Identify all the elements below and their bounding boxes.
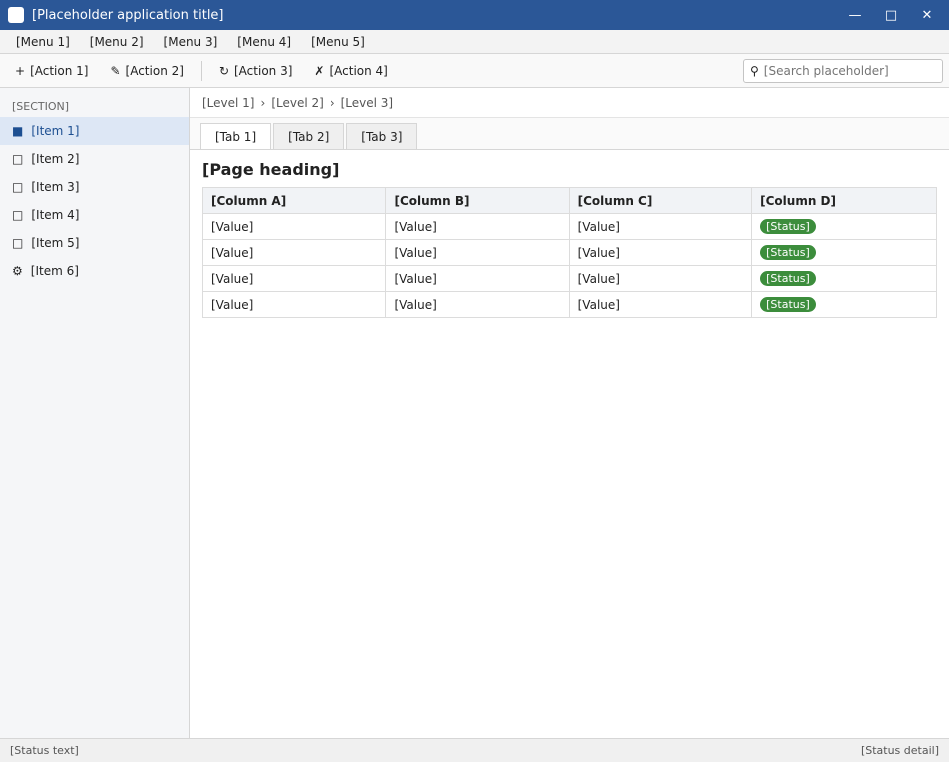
table-cell: [Value] [568, 291, 753, 318]
table-cell: [Value] [201, 291, 387, 318]
table-cell: [Value] [201, 213, 387, 240]
folder-icon: ■ [12, 124, 24, 138]
status-bar: [Status text] [Status detail] [0, 738, 949, 762]
folder-icon: □ [12, 152, 24, 166]
table-cell: [Value] [385, 291, 570, 318]
toolbar-button-label: [Action 3] [234, 63, 293, 78]
search-icon: ⚲ [750, 63, 759, 78]
toolbar-divider [200, 60, 202, 81]
menu-item[interactable]: [Menu 4] [227, 32, 301, 52]
sidebar-item-label: [Item 1] [31, 124, 80, 138]
table-cell: [Value] [201, 239, 387, 266]
table-cell: [Value] [568, 213, 753, 240]
status-text: [Status text] [10, 744, 79, 757]
window-title: [Placeholder application title] [32, 7, 224, 23]
table-header-row: [Column A] [Column B] [Column C] [Column… [201, 187, 937, 214]
status-badge: [Status] [760, 271, 816, 286]
sidebar-item-label: [Item 6] [30, 264, 79, 278]
minimize-icon[interactable]: — [841, 4, 869, 26]
breadcrumb-item[interactable]: [Level 1] [202, 96, 255, 110]
sidebar: [Section] ■ [Item 1] □ [Item 2] □ [Item … [0, 88, 190, 738]
sidebar-item-label: [Item 4] [31, 208, 80, 222]
table-row[interactable]: [Value] [Value] [Value] [Status] [201, 239, 937, 266]
menu-bar: [Menu 1] [Menu 2] [Menu 3] [Menu 4] [Men… [0, 30, 949, 54]
sidebar-item-6[interactable]: ⚙ [Item 6] [0, 257, 189, 285]
table-cell: [Value] [568, 239, 753, 266]
toolbar-button-label: [Action 2] [125, 63, 184, 78]
status-badge: [Status] [760, 297, 816, 312]
folder-icon: □ [12, 236, 24, 250]
breadcrumb: [Level 1] › [Level 2] › [Level 3] [190, 88, 949, 118]
search-box: ⚲ [743, 58, 943, 83]
app-window: [Placeholder application title] — □ ✕ [M… [0, 0, 949, 762]
column-header[interactable]: [Column A] [201, 187, 387, 214]
sidebar-item-2[interactable]: □ [Item 2] [0, 145, 189, 173]
tab-2[interactable]: [Tab 2] [273, 123, 345, 149]
column-header[interactable]: [Column D] [751, 187, 937, 214]
content-area: [Page heading] [Column A] [Column B] [Co… [190, 150, 949, 738]
toolbar: + [Action 1] ✎ [Action 2] ↻ [Action 3] ✗… [0, 54, 949, 88]
menu-item[interactable]: [Menu 1] [6, 32, 80, 52]
status-badge: [Status] [760, 245, 816, 260]
table-cell: [Status] [751, 239, 937, 266]
sidebar-item-label: [Item 2] [31, 152, 80, 166]
breadcrumb-item: [Level 3] [340, 95, 394, 110]
tab-3[interactable]: [Tab 3] [346, 123, 418, 149]
title-bar: [Placeholder application title] — □ ✕ [0, 0, 949, 30]
folder-icon: □ [12, 180, 24, 194]
edit-icon: ✎ [110, 63, 121, 78]
sidebar-item-5[interactable]: □ [Item 5] [0, 229, 189, 257]
menu-item[interactable]: [Menu 3] [154, 32, 228, 52]
menu-item[interactable]: [Menu 2] [80, 32, 154, 52]
delete-icon: ✗ [314, 63, 325, 78]
workspace: [Section] ■ [Item 1] □ [Item 2] □ [Item … [0, 88, 949, 738]
toolbar-button-2[interactable]: ✎ [Action 2] [101, 58, 192, 84]
plus-icon: + [15, 63, 26, 78]
toolbar-button-1[interactable]: + [Action 1] [6, 58, 97, 84]
page-title: [Page heading] [202, 160, 340, 179]
menu-item[interactable]: [Menu 5] [301, 32, 375, 52]
data-table: [Column A] [Column B] [Column C] [Column… [201, 187, 937, 318]
table-cell: [Status] [751, 265, 937, 292]
chevron-right-icon: › [260, 95, 266, 110]
toolbar-button-3[interactable]: ↻ [Action 3] [210, 58, 301, 84]
gear-icon: ⚙ [12, 264, 23, 278]
table-cell: [Value] [385, 213, 570, 240]
sidebar-item-label: [Item 3] [31, 180, 80, 194]
sidebar-item-4[interactable]: □ [Item 4] [0, 201, 189, 229]
folder-icon: □ [12, 208, 24, 222]
tab-1[interactable]: [Tab 1] [200, 123, 272, 149]
table-row[interactable]: [Value] [Value] [Value] [Status] [201, 213, 937, 240]
sidebar-item-3[interactable]: □ [Item 3] [0, 173, 189, 201]
app-icon [8, 7, 24, 23]
table-cell: [Value] [568, 265, 753, 292]
table-cell: [Status] [751, 213, 937, 240]
toolbar-button-label: [Action 4] [329, 63, 388, 78]
toolbar-button-label: [Action 1] [30, 63, 89, 78]
main-panel: [Level 1] › [Level 2] › [Level 3] [Tab 1… [190, 88, 949, 738]
table-cell: [Value] [201, 265, 387, 292]
breadcrumb-item[interactable]: [Level 2] [271, 96, 324, 110]
sidebar-item-1[interactable]: ■ [Item 1] [0, 117, 189, 145]
table-cell: [Value] [385, 265, 570, 292]
sidebar-item-label: [Item 5] [31, 236, 80, 250]
search-input[interactable] [763, 63, 936, 78]
status-badge: [Status] [760, 219, 816, 234]
column-header[interactable]: [Column B] [385, 187, 570, 214]
status-detail: [Status detail] [860, 744, 939, 757]
table-cell: [Value] [385, 239, 570, 266]
table-cell: [Status] [751, 291, 937, 318]
table-row[interactable]: [Value] [Value] [Value] [Status] [201, 291, 937, 318]
refresh-icon: ↻ [218, 63, 229, 78]
tab-bar: [Tab 1] [Tab 2] [Tab 3] [190, 118, 949, 150]
maximize-icon[interactable]: □ [877, 4, 905, 26]
close-icon[interactable]: ✕ [913, 4, 941, 26]
table-row[interactable]: [Value] [Value] [Value] [Status] [201, 265, 937, 292]
chevron-right-icon: › [329, 95, 335, 110]
sidebar-section-label: [Section] [12, 100, 70, 113]
column-header[interactable]: [Column C] [568, 187, 753, 214]
toolbar-button-4[interactable]: ✗ [Action 4] [305, 58, 396, 84]
